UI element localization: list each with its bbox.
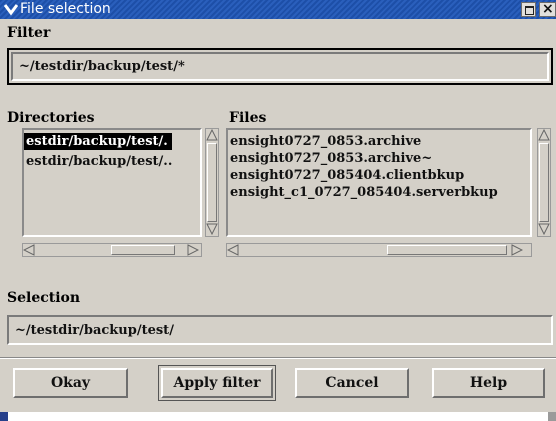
filter-field[interactable]: ~/testdir/backup/test/* [11,52,549,81]
file-list-item[interactable]: ensight0727_0853.archive~ [228,150,530,167]
help-button[interactable]: Help [432,368,545,398]
selection-label: Selection [7,290,81,306]
scroll-right-arrow-icon[interactable] [187,244,199,256]
files-list[interactable]: ensight0727_0853.archive ensight0727_0853… [226,128,532,237]
directory-list-item[interactable]: estdir/backup/test/.. [24,154,172,169]
directory-list-item[interactable]: estdir/backup/test/. [24,133,172,150]
selection-value: ~/testdir/backup/test/ [15,323,174,338]
scroll-up-arrow-icon[interactable] [206,129,218,141]
filter-focus-ring: ~/testdir/backup/test/* [7,48,553,85]
scroll-up-arrow-icon[interactable] [538,129,550,141]
directories-list[interactable]: estdir/backup/test/. estdir/backup/test/.… [22,128,202,237]
directories-vertical-scrollbar[interactable] [205,128,219,237]
cancel-button[interactable]: Cancel [295,368,409,398]
file-list-item[interactable]: ensight_c1_0727_085404.serverbkup [228,184,530,201]
window-menu-chevron-icon[interactable] [4,2,18,16]
okay-button[interactable]: Okay [13,368,128,398]
selection-field[interactable]: ~/testdir/backup/test/ [7,315,553,345]
file-list-item[interactable]: ensight0727_0853.archive [228,133,530,150]
title-bar[interactable]: File selection × [0,0,556,19]
files-horizontal-scrollbar[interactable] [226,243,532,257]
directories-horizontal-scrollbar[interactable] [22,243,202,257]
filter-value: ~/testdir/backup/test/* [19,59,185,74]
apply-filter-button[interactable]: Apply filter [158,365,276,401]
scroll-left-arrow-icon[interactable] [23,244,35,256]
button-separator [0,357,556,359]
directories-vscroll-thumb[interactable] [207,143,217,222]
files-vscroll-thumb[interactable] [539,143,549,222]
filter-label: Filter [7,25,51,41]
scroll-left-arrow-icon[interactable] [227,244,239,256]
file-list-item[interactable]: ensight0727_085404.clientbkup [228,167,530,184]
scroll-right-arrow-icon[interactable] [511,244,523,256]
desktop-edge-left [0,412,8,421]
directories-hscroll-thumb[interactable] [111,245,175,255]
maximize-icon[interactable] [521,2,536,17]
window-title: File selection [20,1,111,17]
desktop-edge-right [548,412,556,421]
desktop-background [0,412,556,421]
directories-label: Directories [7,110,95,126]
files-hscroll-thumb[interactable] [387,245,507,255]
scroll-down-arrow-icon[interactable] [538,223,550,235]
file-selection-dialog: File selection × Filter ~/testdir/backup… [0,0,556,412]
files-label: Files [229,110,267,126]
scroll-down-arrow-icon[interactable] [206,223,218,235]
files-vertical-scrollbar[interactable] [537,128,551,237]
close-icon[interactable]: × [539,1,556,17]
